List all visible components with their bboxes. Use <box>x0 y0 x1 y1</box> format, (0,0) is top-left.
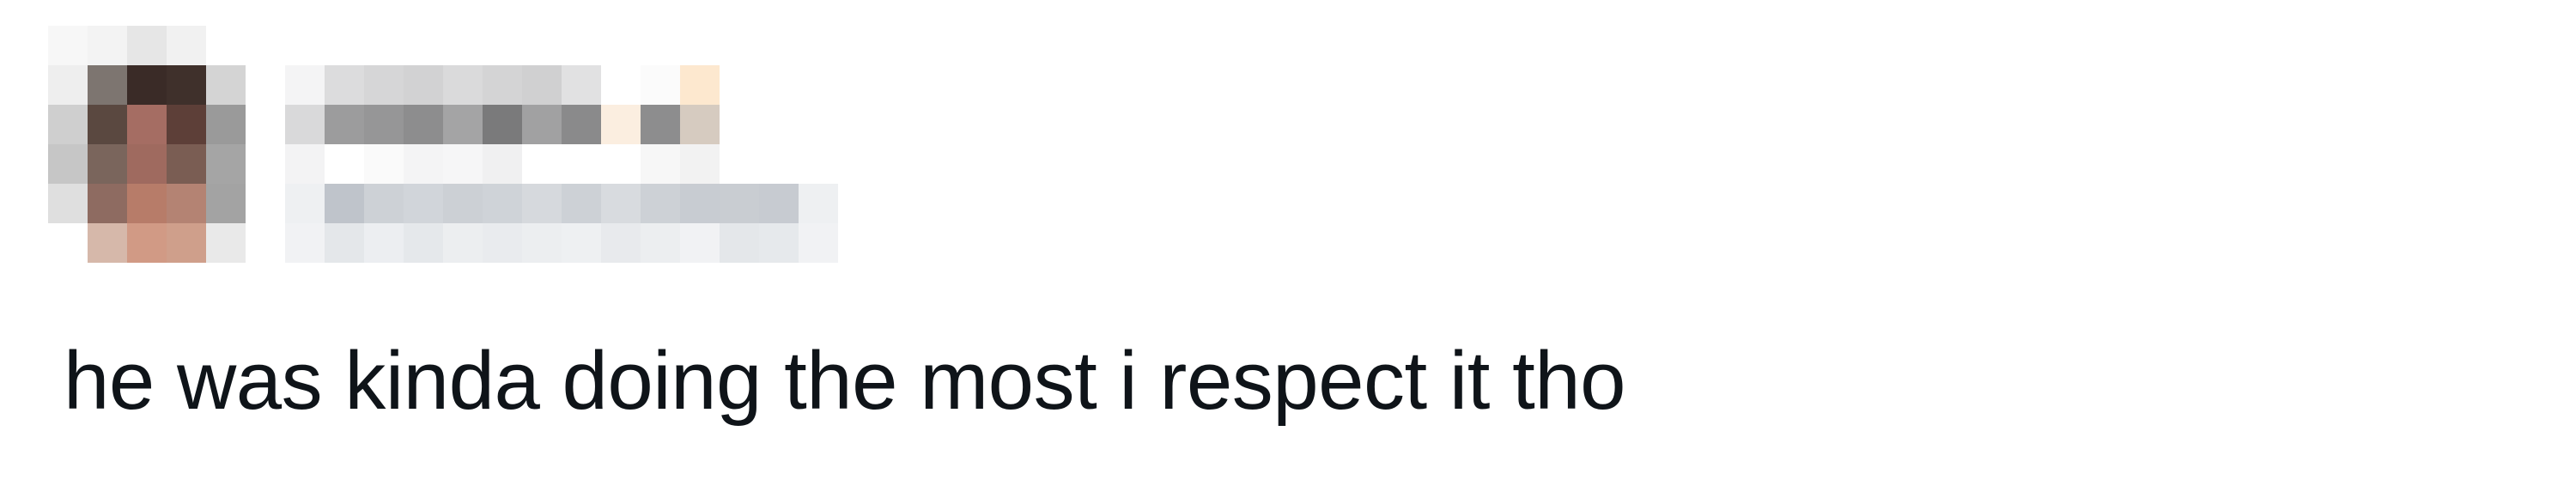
tweet-header <box>48 26 878 266</box>
tweet-card: he was kinda doing the most i respect it… <box>0 0 2576 492</box>
author-identity-redacted[interactable] <box>285 65 878 263</box>
avatar[interactable] <box>48 26 246 266</box>
display-name-redacted[interactable] <box>285 65 878 184</box>
tweet-text: he was kinda doing the most i respect it… <box>64 335 1626 427</box>
handle-redacted[interactable] <box>285 184 878 263</box>
